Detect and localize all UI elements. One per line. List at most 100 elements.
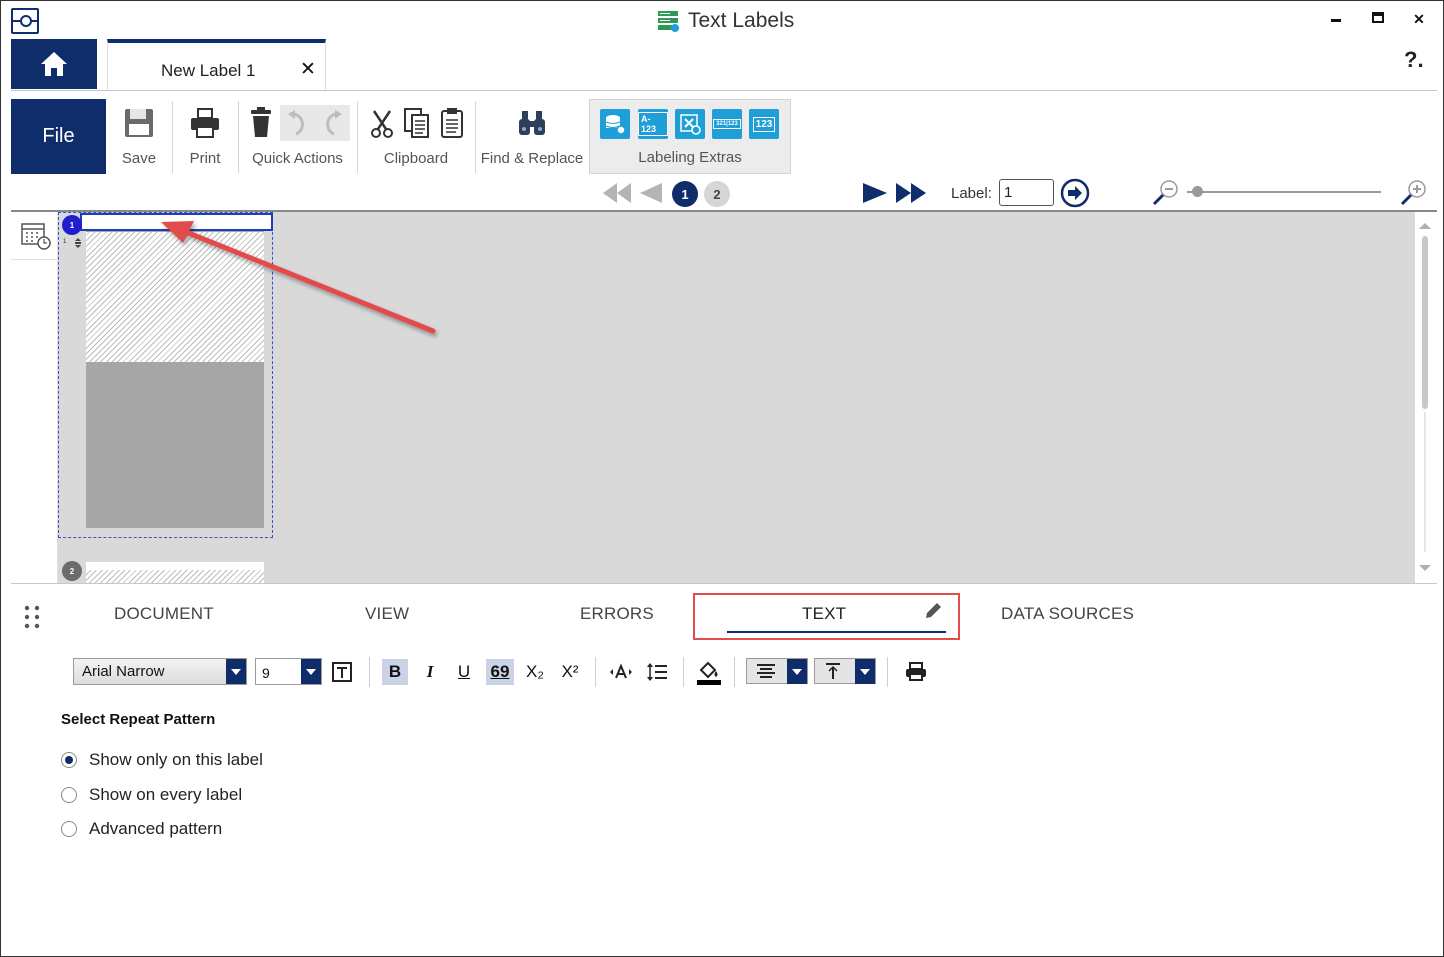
last-page-icon[interactable] [894,181,928,205]
scroll-up-icon[interactable] [1418,222,1432,230]
bold-button[interactable]: B [382,659,408,685]
tab-new-label-1[interactable]: New Label 1 ✕ [107,39,326,91]
label-number-input[interactable]: 1 [999,179,1054,206]
italic-button[interactable]: I [417,659,443,685]
label-1-badge: 1 [62,215,82,235]
drag-handle-icon[interactable] [23,605,43,631]
scroll-down-icon[interactable] [1418,564,1432,572]
selected-text-object[interactable] [80,213,273,231]
horizontal-align-split-button[interactable] [746,658,808,684]
zoom-out-icon[interactable] [1151,178,1181,208]
maximize-button[interactable] [1368,11,1388,31]
radio-label: Show only on this label [89,750,263,769]
zoom-slider-thumb[interactable] [1192,186,1203,197]
sequence-extra-button[interactable]: A-123 [638,109,668,139]
serialize-extra-label: 321|123 [713,119,741,129]
tab-view[interactable]: VIEW [365,604,409,624]
find-replace-button[interactable]: Find & Replace [476,99,588,174]
close-tab-button[interactable]: ✕ [300,58,316,81]
number-extra-button[interactable]: 123 [749,109,779,139]
save-icon [125,109,153,137]
font-size-value: 9 [262,665,270,681]
save-button[interactable]: Save [107,99,171,174]
chevron-down-icon[interactable] [226,659,246,684]
page-1-button[interactable]: 1 [672,181,698,207]
font-size-select[interactable]: 9 [255,658,322,685]
radio-show-every-label[interactable]: Show on every label [61,785,242,805]
chevron-down-icon[interactable] [301,659,321,684]
character-spacing-icon[interactable] [609,661,633,683]
sequence-extra-label: A-123 [638,112,668,136]
tab-document[interactable]: DOCUMENT [114,604,214,624]
text-fit-icon[interactable] [331,661,353,683]
radio-advanced-pattern[interactable]: Advanced pattern [61,819,222,839]
serialize-extra-button[interactable]: 321|123 [712,109,742,139]
file-button[interactable]: File [11,99,106,174]
radio-button[interactable] [61,821,77,837]
cut-icon[interactable] [368,109,396,139]
window-title: Text Labels [656,9,794,33]
close-window-button[interactable]: ✕ [1409,11,1429,31]
font-family-select[interactable]: Arial Narrow [73,658,247,685]
variable-extra-button[interactable] [675,109,705,139]
vertical-align-split-button[interactable] [814,658,876,684]
tab-data-sources[interactable]: DATA SOURCES [1001,604,1134,624]
redo-icon[interactable] [320,110,344,136]
text-labels-icon [658,11,679,32]
divider [887,657,888,687]
print-button[interactable]: Print [173,99,237,174]
canvas-vertical-scrollbar[interactable] [1415,212,1437,583]
copy-icon[interactable] [403,107,431,139]
find-replace-label: Find & Replace [480,150,584,167]
go-to-label-icon[interactable] [1059,177,1091,209]
underline-button[interactable]: U [451,659,477,685]
scroll-track[interactable] [1424,412,1426,552]
divider [11,583,1437,584]
undo-icon[interactable] [286,110,310,136]
calendar-clock-icon[interactable] [20,221,52,251]
chevron-down-icon[interactable] [855,659,875,684]
divider [734,657,735,687]
home-icon [41,52,67,76]
scroll-thumb[interactable] [1422,236,1428,409]
app-window: Text Labels ✕ New Label 1 ✕ ?. File Save… [0,0,1444,957]
minimize-button[interactable] [1326,9,1346,29]
clipboard-label: Clipboard [383,150,449,167]
delete-icon[interactable] [248,107,274,139]
home-button[interactable] [11,39,97,89]
fill-color-icon[interactable] [695,658,723,686]
font-family-value: Arial Narrow [82,663,165,680]
save-label: Save [121,150,157,167]
help-button[interactable]: ?. [1404,47,1424,73]
divider [595,657,596,687]
divider [11,90,1437,91]
maximize-icon [1372,12,1384,23]
line-spacing-icon[interactable] [645,661,669,683]
label-canvas[interactable]: 1 1 2 [58,212,1415,583]
radio-button[interactable] [61,787,77,803]
zoom-in-icon[interactable] [1399,178,1429,208]
paste-icon[interactable] [440,107,466,139]
database-icon [605,115,626,135]
ligature-button[interactable]: 69 [486,659,514,685]
print-object-icon[interactable] [903,660,929,684]
superscript-button[interactable]: X² [557,659,583,685]
repeat-pattern-title: Select Repeat Pattern [61,711,216,728]
chevron-down-icon[interactable] [787,659,807,684]
page-2-button[interactable]: 2 [704,181,730,207]
first-page-icon[interactable] [601,181,633,205]
radio-show-only-this-label[interactable]: Show only on this label [61,750,263,770]
radio-button-selected[interactable] [61,752,77,768]
next-page-icon[interactable] [861,181,889,205]
minimize-icon [1331,19,1341,22]
subscript-button[interactable]: X₂ [522,659,548,685]
previous-page-icon[interactable] [638,181,664,205]
labeling-extras-label: Labeling Extras [638,149,742,166]
label-2-preview[interactable] [86,562,264,583]
tab-errors[interactable]: ERRORS [580,604,654,624]
resize-handle-icon[interactable] [74,238,82,248]
quick-actions-label: Quick Actions [252,150,343,167]
align-top-icon [826,663,840,679]
zoom-slider-track[interactable] [1187,191,1381,193]
database-extra-button[interactable] [600,109,630,139]
